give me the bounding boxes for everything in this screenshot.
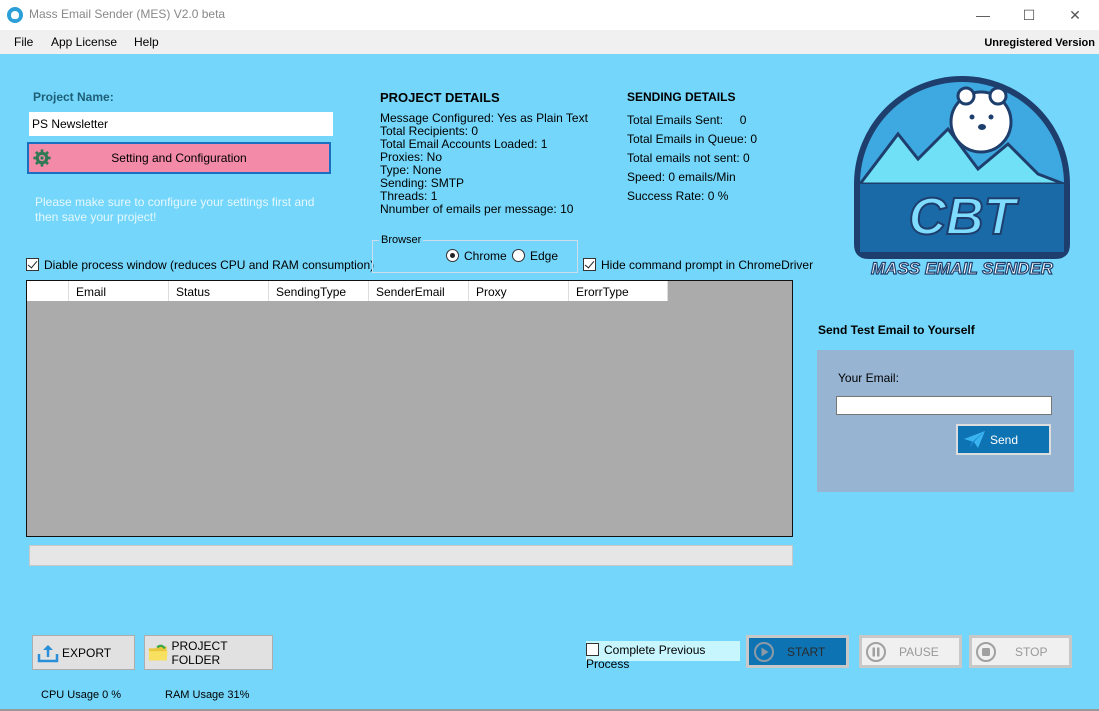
cpu-usage: CPU Usage 0 % <box>41 689 122 701</box>
menu-app-license[interactable]: App License <box>51 35 117 49</box>
stop-icon <box>976 641 996 662</box>
project-name-input[interactable] <box>29 112 333 136</box>
grid-col-sending-type[interactable]: SendingType <box>269 281 369 301</box>
hide-command-prompt-option[interactable]: Hide command prompt in ChromeDriver <box>583 258 813 272</box>
send-test-email-button[interactable]: Send <box>956 424 1051 455</box>
ram-usage: RAM Usage 31% <box>165 689 250 701</box>
minimize-button[interactable]: — <box>960 0 1006 30</box>
grid-col-email[interactable]: Email <box>69 281 169 301</box>
pause-icon <box>866 641 886 662</box>
grid-col-status[interactable]: Status <box>169 281 269 301</box>
export-button[interactable]: EXPORT <box>32 635 135 670</box>
test-email-panel: Your Email: Send <box>817 350 1074 492</box>
detail-emails-per-message: Nnumber of emails per message: 10 <box>380 202 574 216</box>
disable-process-window-label: Diable process window (reduces CPU and R… <box>44 258 375 272</box>
grid-col-error-type[interactable]: ErorrType <box>569 281 668 301</box>
title-bar: Mass Email Sender (MES) V2.0 beta — ☐ ✕ <box>0 0 1099 30</box>
stop-button[interactable]: STOP <box>969 635 1072 668</box>
chrome-label: Chrome <box>464 249 507 263</box>
grid-col-row-header[interactable] <box>27 281 69 301</box>
start-button[interactable]: START <box>746 635 849 668</box>
start-label: START <box>787 644 826 659</box>
logo-subtitle-text: MASS EMAIL SENDER <box>871 259 1054 278</box>
complete-previous-option[interactable]: Complete Previous Process <box>586 641 740 671</box>
test-email-input[interactable] <box>836 396 1052 415</box>
grid-header: Email Status SendingType SenderEmail Pro… <box>27 281 668 301</box>
license-status: Unregistered Version <box>976 30 1099 54</box>
maximize-button[interactable]: ☐ <box>1006 0 1052 30</box>
stat-emails-in-queue: Total Emails in Queue: 0 <box>627 132 758 146</box>
disable-process-window-checkbox[interactable] <box>26 258 39 271</box>
stat-speed: Speed: 0 emails/Min <box>627 170 736 184</box>
upload-icon <box>37 644 59 662</box>
project-details-list: Message Configured: Yes as Plain Text To… <box>380 112 588 216</box>
chrome-radio-button[interactable] <box>446 249 459 262</box>
stat-success-rate: Success Rate: 0 % <box>627 189 729 203</box>
edge-label: Edge <box>530 249 559 263</box>
project-details: PROJECT DETAILS Message Configured: Yes … <box>380 90 588 216</box>
cbt-logo: CBT MASS EMAIL SENDER <box>854 76 1070 279</box>
project-folder-label: PROJECT FOLDER <box>171 638 228 667</box>
browser-legend: Browser <box>379 234 424 246</box>
complete-previous-label: Complete Previous Process <box>586 643 706 671</box>
sending-details: SENDING DETAILS Total Emails Sent: 0 Tot… <box>627 90 757 208</box>
settings-button-label: Setting and Configuration <box>111 151 247 165</box>
send-button-label: Send <box>990 432 1019 447</box>
grid-col-proxy[interactable]: Proxy <box>469 281 569 301</box>
radio-chrome[interactable]: Chrome <box>446 249 507 263</box>
project-details-title: PROJECT DETAILS <box>380 90 500 105</box>
test-email-title: Send Test Email to Yourself <box>818 323 975 337</box>
grid-col-sender-email[interactable]: SenderEmail <box>369 281 469 301</box>
paper-plane-icon <box>964 431 985 448</box>
your-email-label: Your Email: <box>838 371 899 385</box>
sending-details-title: SENDING DETAILS <box>627 90 736 104</box>
hide-command-prompt-label: Hide command prompt in ChromeDriver <box>601 258 814 272</box>
folder-icon <box>148 644 168 660</box>
app-icon <box>7 7 23 23</box>
complete-previous-checkbox[interactable] <box>586 643 599 656</box>
settings-button[interactable]: Setting and Configuration <box>27 142 331 174</box>
email-grid[interactable]: Email Status SendingType SenderEmail Pro… <box>26 280 793 537</box>
play-icon <box>754 641 774 662</box>
configure-warning: Please make sure to configure your setti… <box>35 195 315 224</box>
disable-process-window-option[interactable]: Diable process window (reduces CPU and R… <box>26 258 374 272</box>
stop-label: STOP <box>1015 644 1048 659</box>
stat-emails-sent: Total Emails Sent: 0 <box>627 113 747 127</box>
stat-emails-not-sent: Total emails not sent: 0 <box>627 151 750 165</box>
window-title: Mass Email Sender (MES) V2.0 beta <box>29 7 226 21</box>
pause-button[interactable]: PAUSE <box>859 635 962 668</box>
progress-bar <box>29 545 793 566</box>
edge-radio-button[interactable] <box>512 249 525 262</box>
pause-label: PAUSE <box>899 644 939 659</box>
radio-edge[interactable]: Edge <box>512 249 558 263</box>
gear-icon <box>33 149 51 167</box>
hide-command-prompt-checkbox[interactable] <box>583 258 596 271</box>
menu-bar: File App License Help <box>0 30 1099 54</box>
close-button[interactable]: ✕ <box>1052 0 1098 30</box>
menu-help[interactable]: Help <box>134 35 159 49</box>
project-folder-button[interactable]: PROJECT FOLDER <box>144 635 273 670</box>
project-name-label: Project Name: <box>33 90 114 104</box>
browser-groupbox: Browser Chrome Edge <box>372 234 578 273</box>
main-panel: Project Name: Setting and Configuration … <box>0 54 1099 711</box>
logo-brand-text: CBT <box>909 188 1020 246</box>
menu-file[interactable]: File <box>14 35 33 49</box>
export-label: EXPORT <box>62 645 112 660</box>
